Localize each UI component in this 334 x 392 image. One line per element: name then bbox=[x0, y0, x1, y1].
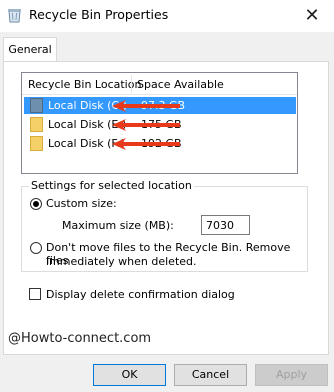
tab-strip: General bbox=[0, 32, 334, 62]
general-tab-panel: Recycle Bin Location Space Available Loc… bbox=[3, 61, 329, 355]
list-item-drive-e[interactable]: Local Disk (E:) 175 GB bbox=[24, 116, 296, 133]
drive-folder-icon bbox=[30, 98, 43, 113]
column-header-space[interactable]: Space Available bbox=[137, 78, 224, 91]
title-bar: Recycle Bin Properties ✕ bbox=[0, 0, 334, 32]
recycle-bin-icon bbox=[8, 9, 21, 23]
column-divider[interactable] bbox=[131, 75, 132, 93]
column-header-location[interactable]: Recycle Bin Location bbox=[28, 78, 141, 91]
settings-group-legend: Settings for selected location bbox=[29, 179, 194, 192]
red-arrow-icon bbox=[112, 138, 180, 150]
cancel-button[interactable]: Cancel bbox=[174, 364, 247, 386]
confirm-dialog-label[interactable]: Display delete confirmation dialog bbox=[46, 288, 235, 301]
recycle-bin-properties-window: Recycle Bin Properties ✕ General Recycle… bbox=[0, 0, 334, 392]
dont-move-label-line2[interactable]: immediately when deleted. bbox=[46, 255, 197, 268]
drive-folder-icon bbox=[30, 136, 43, 151]
red-arrow-icon bbox=[112, 119, 180, 131]
custom-size-label[interactable]: Custom size: bbox=[46, 197, 117, 210]
list-header: Recycle Bin Location Space Available bbox=[22, 73, 297, 95]
confirm-dialog-checkbox[interactable] bbox=[29, 288, 41, 300]
close-button[interactable]: ✕ bbox=[290, 0, 334, 30]
max-size-input[interactable]: 7030 bbox=[201, 215, 250, 235]
location-list[interactable]: Recycle Bin Location Space Available Loc… bbox=[21, 72, 298, 174]
window-title: Recycle Bin Properties bbox=[29, 7, 169, 22]
custom-size-radio[interactable] bbox=[30, 198, 42, 210]
apply-button[interactable]: Apply bbox=[255, 364, 328, 386]
max-size-label: Maximum size (MB): bbox=[62, 219, 174, 232]
list-item-drive-f[interactable]: Local Disk (F:) 192 GB bbox=[24, 135, 296, 152]
dont-move-radio[interactable] bbox=[30, 242, 42, 254]
close-icon: ✕ bbox=[304, 4, 320, 26]
ok-button[interactable]: OK bbox=[93, 364, 166, 386]
drive-folder-icon bbox=[30, 117, 43, 132]
watermark: @Howto-connect.com bbox=[8, 331, 152, 346]
list-item-drive-c[interactable]: Local Disk (C:) 97.3 GB bbox=[24, 97, 296, 114]
red-arrow-icon bbox=[112, 100, 180, 112]
tab-general[interactable]: General bbox=[3, 37, 57, 62]
settings-group: Settings for selected location Custom si… bbox=[21, 179, 308, 272]
